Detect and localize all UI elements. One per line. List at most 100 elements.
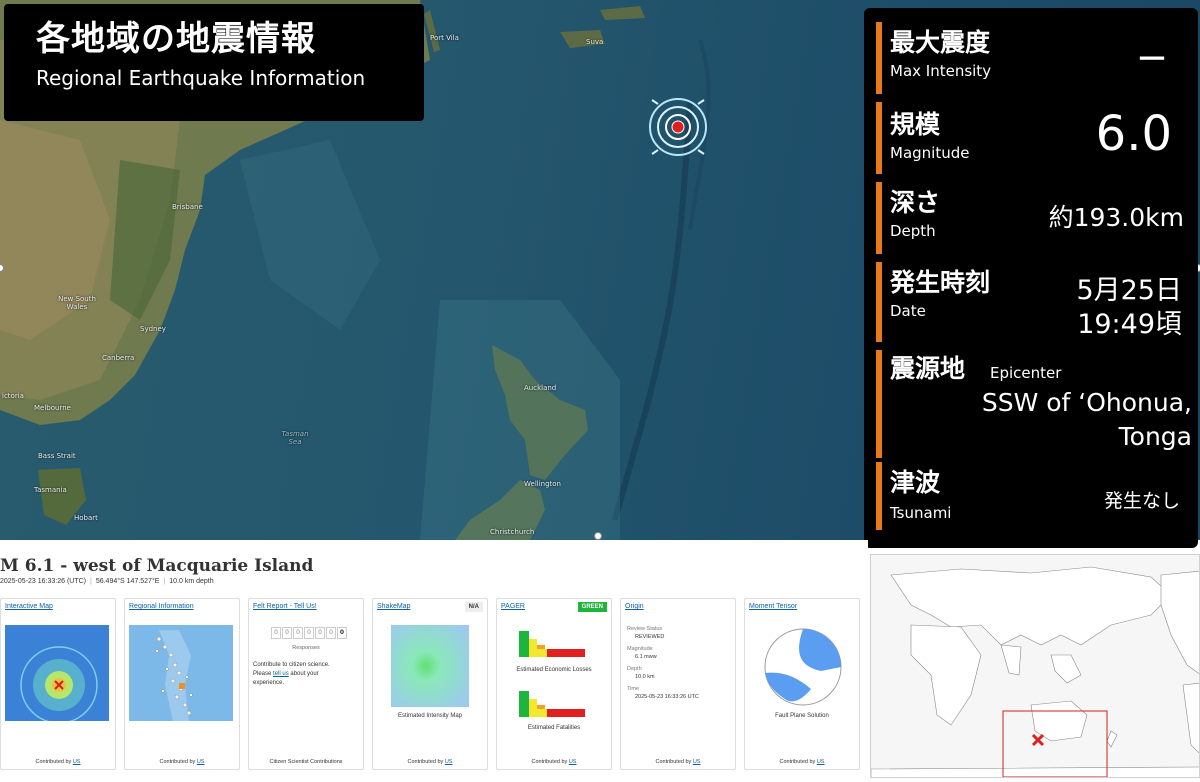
card-shakemap[interactable]: ShakeMap N/A Estimated Intensity Map Con… xyxy=(372,598,488,770)
map-label-tasmania: Tasmania xyxy=(34,486,67,494)
map-label-tasman-sea: Tasman Sea xyxy=(281,430,309,446)
usgs-event-page: M 6.1 - west of Macquarie Island 2025-05… xyxy=(0,540,868,782)
map-label-victoria: ictoria xyxy=(2,392,24,400)
contributor-link[interactable]: US xyxy=(817,759,825,765)
map-label-port-vila: Port Vila xyxy=(430,34,459,42)
card-interactive-map[interactable]: Interactive Map Contributed by US xyxy=(0,598,116,770)
contributor-link[interactable]: US xyxy=(197,759,205,765)
shakemap-thumbnail xyxy=(391,625,469,707)
event-location: 56.494°S 147.527°E xyxy=(95,578,160,585)
map-label-new-south-wales: New South Wales xyxy=(58,295,96,311)
pager-economic-chart xyxy=(519,631,585,657)
magnitude-label-jp: 規模 xyxy=(890,110,941,139)
pager-economic-caption: Estimated Economic Losses xyxy=(516,667,592,673)
row-depth: 深さ Depth 約193.0km xyxy=(876,182,1192,254)
tell-us-link[interactable]: tell us xyxy=(273,671,289,677)
pager-link[interactable]: PAGER xyxy=(501,603,525,610)
accent-bar xyxy=(876,102,882,174)
contributor-link[interactable]: US xyxy=(569,759,577,765)
regional-information-thumbnail xyxy=(129,625,233,721)
date-label-en: Date xyxy=(890,302,926,320)
shakemap-caption: Estimated Intensity Map xyxy=(397,713,463,719)
max-intensity-value: － xyxy=(1135,40,1168,78)
regional-information-link[interactable]: Regional Information xyxy=(129,603,194,610)
moment-tensor-footer: Contributed by US xyxy=(779,759,825,765)
contributor-link[interactable]: US xyxy=(445,759,453,765)
row-magnitude: 規模 Magnitude 6.0 xyxy=(876,102,1192,174)
felt-report-text: Contribute to citizen science. Please te… xyxy=(253,662,330,686)
map-label-bass-strait: Bass Strait xyxy=(38,452,76,460)
row-date: 発生時刻 Date 5月25日 19:49頃 xyxy=(876,262,1192,342)
resize-handle-bottom[interactable] xyxy=(594,532,602,540)
pager-footer: Contributed by US xyxy=(531,759,577,765)
depth-label-jp: 深さ xyxy=(890,188,941,217)
felt-responses-label: Responses xyxy=(292,645,320,651)
accent-bar xyxy=(876,182,882,254)
accent-bar xyxy=(876,22,882,94)
title-english: Regional Earthquake Information xyxy=(36,66,366,90)
card-pager[interactable]: PAGER GREEN Estimated Economic Losses Es… xyxy=(496,598,612,770)
epicenter-marker[interactable] xyxy=(649,98,707,156)
card-origin[interactable]: Origin Review Status REVIEWED Magnitude … xyxy=(620,598,736,770)
map-label-canberra: Canberra xyxy=(102,354,135,362)
world-map-outline xyxy=(871,566,1199,777)
map-label-auckland: Auckland xyxy=(524,384,557,392)
row-epicenter: 震源地 Epicenter SSW of ‘Ohonua, Tonga xyxy=(876,350,1192,458)
earthquake-info-panel: 最大震度 Max Intensity － 規模 Magnitude 6.0 深さ… xyxy=(864,8,1198,548)
tsunami-label-en: Tsunami xyxy=(890,504,952,522)
accent-bar xyxy=(876,262,882,342)
felt-report-link[interactable]: Felt Report - Tell Us! xyxy=(253,603,317,610)
map-label-christchurch: Christchurch xyxy=(490,528,535,536)
event-title: M 6.1 - west of Macquarie Island xyxy=(0,556,314,576)
contributor-link[interactable]: US xyxy=(693,759,701,765)
map-label-brisbane: Brisbane xyxy=(172,203,203,211)
accent-bar xyxy=(876,462,882,530)
world-locator-map[interactable] xyxy=(870,554,1200,778)
max-intensity-label-jp: 最大震度 xyxy=(890,28,991,57)
interactive-map-footer: Contributed by US xyxy=(35,759,81,765)
fault-plane-caption: Fault Plane Solution xyxy=(775,713,829,719)
interactive-map-link[interactable]: Interactive Map xyxy=(5,603,53,610)
depth-value: 約193.0km xyxy=(1048,203,1184,232)
event-datetime: 2025-05-23 16:33:26 (UTC) xyxy=(0,578,86,585)
felt-report-footer: Citizen Scientist Contributions xyxy=(269,759,343,765)
event-meta: 2025-05-23 16:33:26 (UTC) | 56.494°S 147.5… xyxy=(0,578,214,585)
card-moment-tensor[interactable]: Moment Tensor Fault Plane Solution Contr… xyxy=(744,598,860,770)
map-label-sydney: Sydney xyxy=(140,325,166,333)
beach-ball-diagram xyxy=(764,628,842,706)
epicenter-x-marker xyxy=(1031,733,1045,747)
map-label-melbourne: Melbourne xyxy=(34,404,71,412)
event-depth: 10.0 km depth xyxy=(169,578,214,585)
origin-link[interactable]: Origin xyxy=(625,603,644,610)
contributor-link[interactable]: US xyxy=(73,759,81,765)
root: Port Vila Suva Brisbane New South Wales … xyxy=(0,0,1200,782)
pager-alert-badge: GREEN xyxy=(577,602,607,612)
epicenter-value-line2: Tonga xyxy=(1118,422,1192,451)
date-value-time: 19:49頃 xyxy=(1077,309,1182,340)
card-felt-report[interactable]: Felt Report - Tell Us! 0 0 0 0 0 0 0 Res… xyxy=(248,598,364,770)
title-box: 各地域の地震情報 Regional Earthquake Information xyxy=(4,4,424,121)
shakemap-footer: Contributed by US xyxy=(407,759,453,765)
origin-details: Review Status REVIEWED Magnitude 6.1 mww… xyxy=(627,626,699,700)
interactive-map-thumbnail xyxy=(5,625,109,721)
epicenter-label-en: Epicenter xyxy=(990,364,1062,382)
depth-label-en: Depth xyxy=(890,222,936,240)
shakemap-badge: N/A xyxy=(464,602,483,612)
origin-footer: Contributed by US xyxy=(655,759,701,765)
magnitude-label-en: Magnitude xyxy=(890,144,970,162)
pager-fatalities-caption: Estimated Fatalities xyxy=(527,725,581,731)
row-max-intensity: 最大震度 Max Intensity － xyxy=(876,22,1192,94)
epicenter-value-line1: SSW of ‘Ohonua, xyxy=(981,388,1192,417)
accent-bar xyxy=(876,350,882,458)
shakemap-link[interactable]: ShakeMap xyxy=(377,603,410,610)
row-tsunami: 津波 Tsunami 発生なし xyxy=(876,462,1192,530)
tsunami-value: 発生なし xyxy=(1103,490,1180,512)
epicenter-label-jp: 震源地 xyxy=(890,354,966,383)
map-label-wellington: Wellington xyxy=(524,480,561,488)
tsunami-label-jp: 津波 xyxy=(890,468,941,497)
moment-tensor-link[interactable]: Moment Tensor xyxy=(749,603,797,610)
max-intensity-label-en: Max Intensity xyxy=(890,62,992,80)
date-label-jp: 発生時刻 xyxy=(890,268,991,297)
card-regional-information[interactable]: Regional Information Contributed by US xyxy=(124,598,240,770)
title-japanese: 各地域の地震情報 xyxy=(36,19,316,59)
